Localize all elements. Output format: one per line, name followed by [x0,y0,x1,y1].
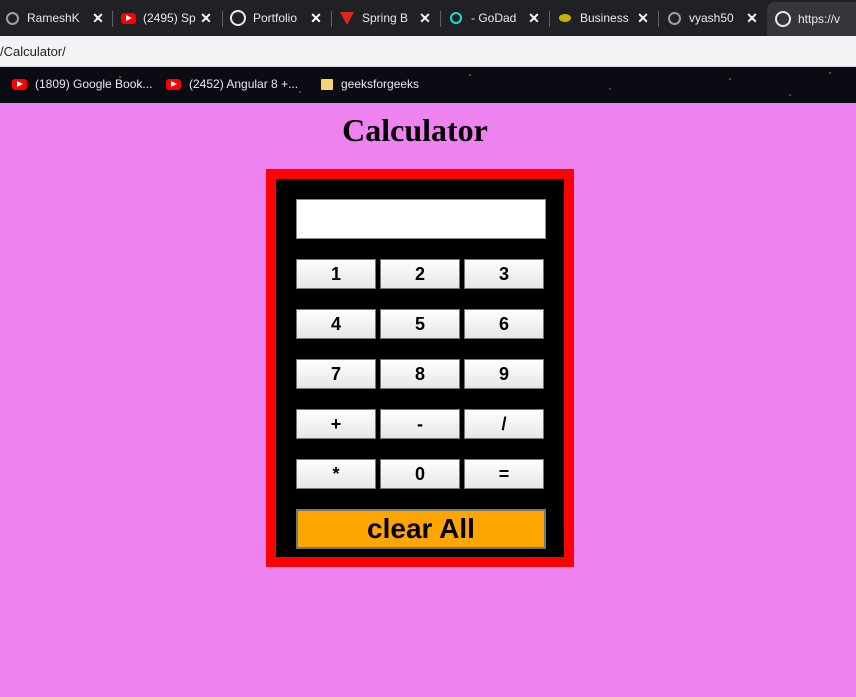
tab-godaddy[interactable]: - GoDad ✕ [440,4,548,32]
page-title: Calculator [342,112,488,148]
bee-icon [557,10,573,26]
clear-all-button[interactable]: clear All [296,509,546,549]
tab-active-calculator[interactable]: https://v [767,2,856,36]
key-1[interactable]: 1 [296,259,376,289]
close-icon[interactable]: ✕ [308,10,324,27]
key-0[interactable]: 0 [380,459,460,489]
bookmark-geeksforgeeks[interactable]: geeksforgeeks [321,77,419,91]
browser-tab-bar: RameshK ✕ (2495) Sp ✕ Portfolio ✕ Spring… [0,0,856,36]
tab-title: Spring B [362,11,409,25]
tab-rameshk[interactable]: RameshK ✕ [0,4,112,32]
url-text[interactable]: /Calculator/ [0,44,66,59]
bookmark-angular[interactable]: (2452) Angular 8 +... [166,77,298,91]
github-icon [666,10,682,26]
youtube-icon [166,78,181,90]
close-icon[interactable]: ✕ [635,10,651,27]
close-icon[interactable]: ✕ [198,10,214,27]
bookmark-label: (2452) Angular 8 +... [189,77,299,91]
address-bar: /Calculator/ [0,36,856,67]
tab-title: Business [580,11,629,25]
github-icon [4,10,20,26]
tab-title: vyash50 [689,11,734,25]
tab-vyash50[interactable]: vyash50 ✕ [658,4,766,32]
tab-title: Portfolio [253,11,298,25]
bookmark-label: geeksforgeeks [341,77,420,91]
youtube-icon [120,10,136,26]
key-4[interactable]: 4 [296,309,376,339]
key-equals[interactable]: = [464,459,544,489]
key-9[interactable]: 9 [464,359,544,389]
key-5[interactable]: 5 [380,309,460,339]
close-icon[interactable]: ✕ [526,10,542,27]
tab-title: (2495) Sp [143,11,196,25]
key-7[interactable]: 7 [296,359,376,389]
tab-title: - GoDad [471,11,517,25]
vuetify-icon [339,10,355,26]
bookmark-label: (1809) Google Book... [35,77,153,91]
close-icon[interactable]: ✕ [744,10,760,27]
youtube-icon [12,78,27,90]
tab-title: RameshK [27,11,80,25]
tab-business[interactable]: Business ✕ [549,4,657,32]
key-6[interactable]: 6 [464,309,544,339]
tab-spring[interactable]: Spring B ✕ [331,4,439,32]
key-minus[interactable]: - [380,409,460,439]
key-2[interactable]: 2 [380,259,460,289]
tab-portfolio[interactable]: Portfolio ✕ [222,4,330,32]
close-icon[interactable]: ✕ [90,10,106,27]
key-3[interactable]: 3 [464,259,544,289]
bookmarks-bar: (1809) Google Book... (2452) Angular 8 +… [0,67,856,103]
close-icon[interactable]: ✕ [417,10,433,27]
key-multiply[interactable]: * [296,459,376,489]
tab-youtube[interactable]: (2495) Sp ✕ [112,4,220,32]
globe-icon [230,10,246,26]
folder-icon [321,78,333,90]
calculator-display[interactable] [296,199,546,239]
godaddy-icon [448,10,464,26]
tab-title: https://v [798,12,841,26]
bookmark-google-books[interactable]: (1809) Google Book... [12,77,152,91]
key-plus[interactable]: + [296,409,376,439]
key-8[interactable]: 8 [380,359,460,389]
calculator: 1 2 3 4 5 6 7 8 9 + - / * 0 = clear All [266,169,574,567]
key-divide[interactable]: / [464,409,544,439]
globe-icon [775,11,791,27]
